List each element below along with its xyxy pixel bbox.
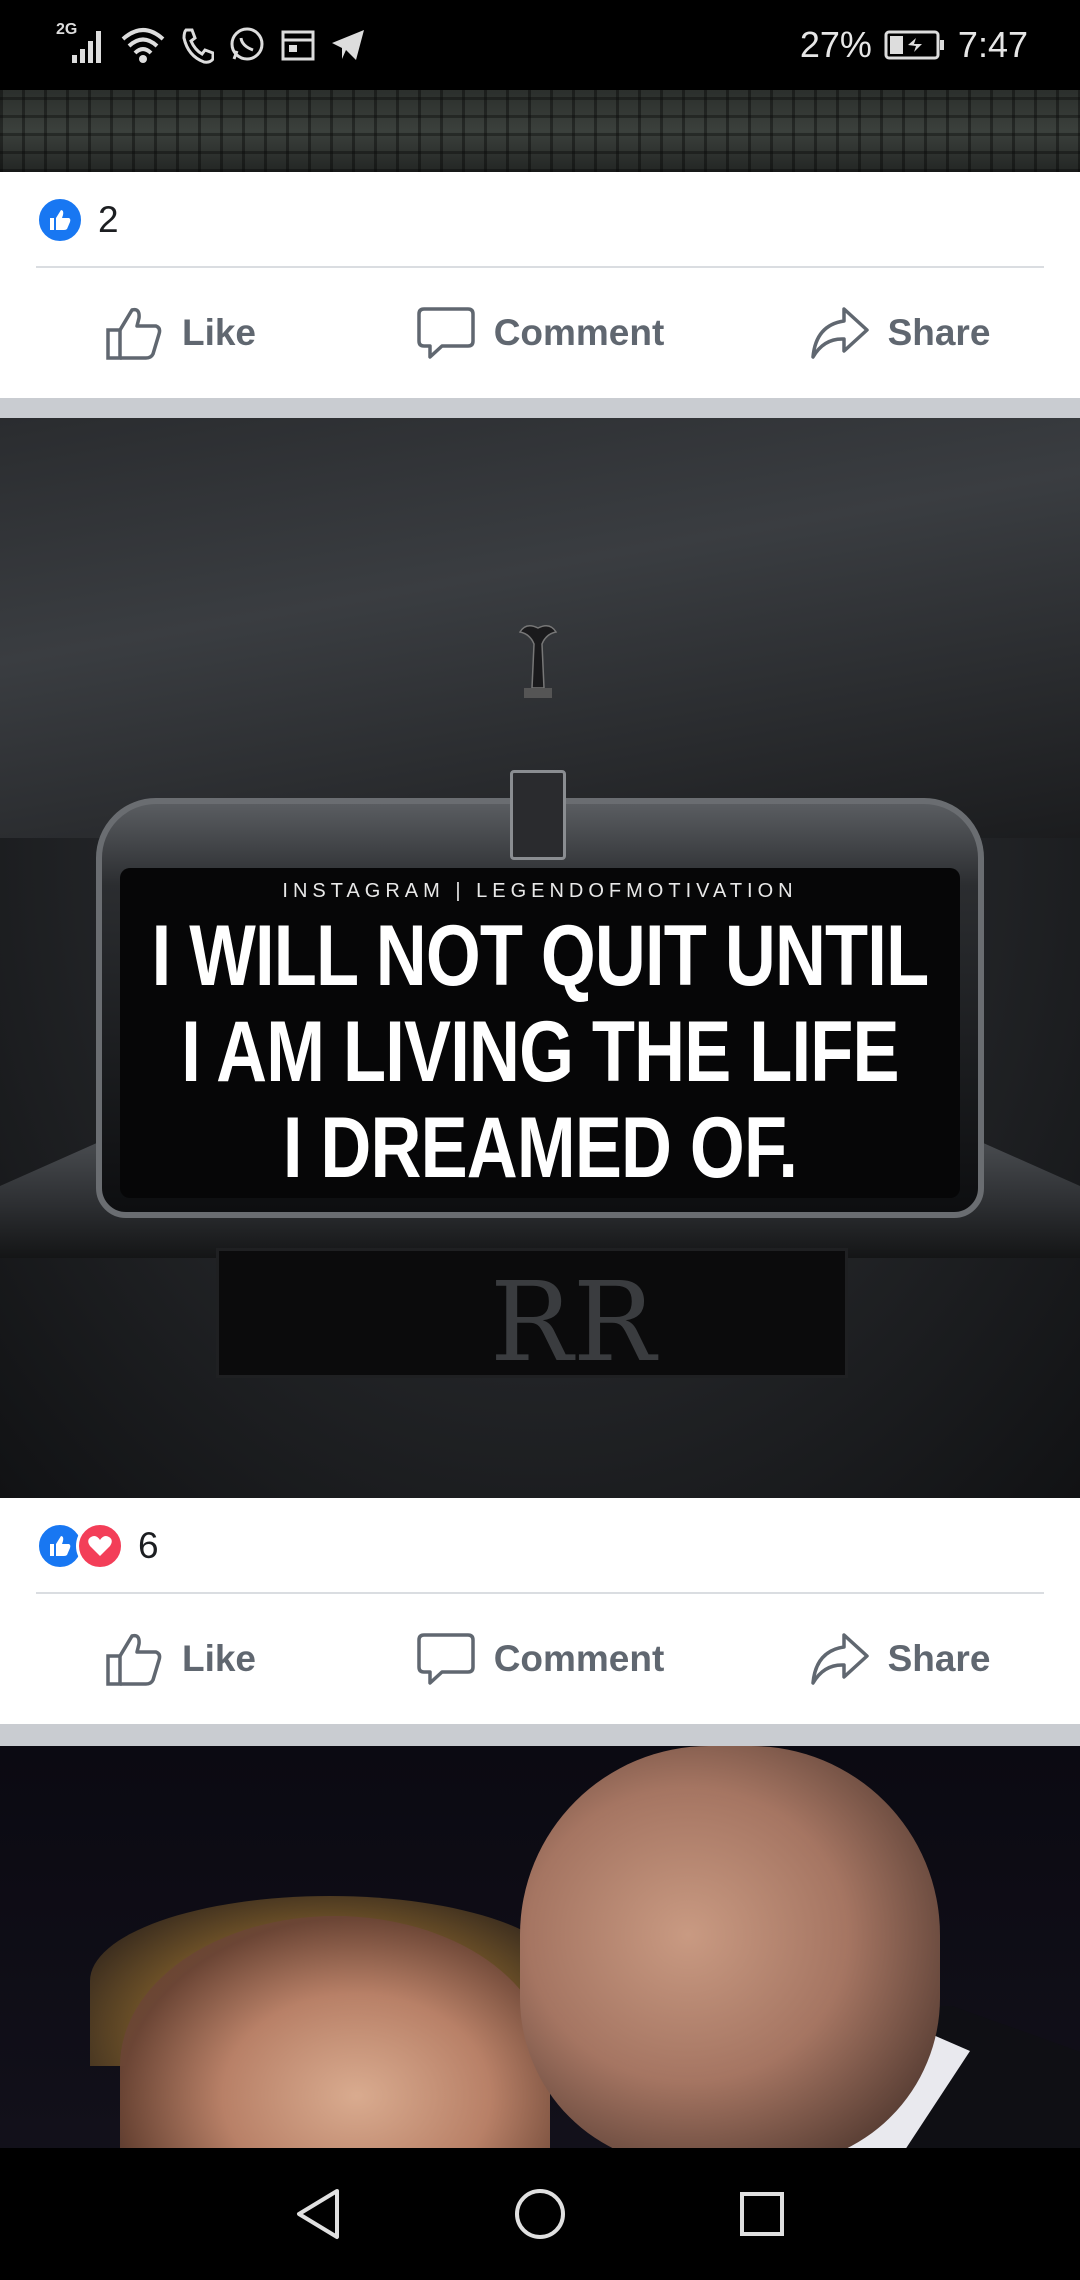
quote-line: I WILL NOT QUIT UNTIL <box>151 908 930 1004</box>
share-button[interactable]: Share <box>720 305 1080 361</box>
back-icon[interactable] <box>293 2187 343 2241</box>
like-button[interactable]: Like <box>0 304 360 362</box>
quote-line: I DREAMED OF. <box>282 1100 798 1196</box>
share-label: Share <box>887 1638 991 1679</box>
network-type: 2G <box>56 21 78 38</box>
comment-icon <box>416 307 475 359</box>
comment-button[interactable]: Comment <box>360 1631 720 1687</box>
like-reaction-icon <box>36 196 84 244</box>
calendar-icon <box>281 30 315 61</box>
spirit-of-ecstasy-ornament <box>518 625 558 698</box>
share-label: Share <box>887 312 991 353</box>
reaction-icons <box>36 196 84 244</box>
whatsapp-icon <box>230 27 264 61</box>
recents-icon[interactable] <box>737 2189 787 2239</box>
signal-icon: 2G <box>56 21 106 65</box>
comment-label: Comment <box>493 312 665 353</box>
telegram-icon <box>332 30 364 60</box>
comment-icon <box>416 1633 475 1685</box>
call-icon <box>182 28 214 64</box>
reactions-summary[interactable]: 2 <box>0 172 1080 268</box>
post-image[interactable]: RR INSTAGRAM | LEGENDOFMOTIVATION I WILL… <box>0 418 1080 1498</box>
wifi-icon <box>121 28 165 63</box>
like-button[interactable]: Like <box>0 1630 360 1688</box>
navigation-bar <box>0 2148 1080 2280</box>
post-image[interactable] <box>0 90 1080 172</box>
status-icons: 2G <box>56 21 366 65</box>
share-button[interactable]: Share <box>720 1631 1080 1687</box>
battery-icon <box>884 29 946 61</box>
post-actions: Like Comment Share <box>0 268 1080 398</box>
love-reaction-icon <box>76 1522 124 1570</box>
comment-label: Comment <box>493 1638 665 1679</box>
like-label: Like <box>181 312 257 353</box>
share-icon <box>810 1633 869 1685</box>
thumbs-up-icon <box>106 1633 162 1686</box>
quote-line: I AM LIVING THE LIFE <box>181 1004 899 1100</box>
comment-button[interactable]: Comment <box>360 305 720 361</box>
reaction-count: 2 <box>98 199 119 240</box>
rr-badge <box>510 770 566 860</box>
plate-logo: RR <box>490 1258 656 1386</box>
post-image[interactable] <box>0 1746 1080 2148</box>
reaction-count: 6 <box>138 1525 159 1566</box>
image-quote: I WILL NOT QUIT UNTIL I AM LIVING THE LI… <box>97 908 983 1196</box>
home-icon[interactable] <box>513 2187 567 2241</box>
battery-percent: 27% <box>799 24 872 65</box>
share-icon <box>810 307 869 359</box>
post-actions: Like Comment Share <box>0 1594 1080 1724</box>
clock: 7:47 <box>957 24 1028 65</box>
image-credit: INSTAGRAM | LEGENDOFMOTIVATION <box>282 880 798 902</box>
like-label: Like <box>181 1638 257 1679</box>
status-bar: 2G 27% 7:47 <box>0 0 1080 90</box>
thumbs-up-icon <box>106 307 162 360</box>
status-right: 27% 7:47 <box>800 24 1028 66</box>
reactions-summary[interactable]: 6 <box>0 1498 1080 1594</box>
reaction-icons <box>36 1522 124 1570</box>
news-feed[interactable]: 2 Like Comment Share RR INSTAGRAM | LEGE… <box>0 90 1080 2148</box>
